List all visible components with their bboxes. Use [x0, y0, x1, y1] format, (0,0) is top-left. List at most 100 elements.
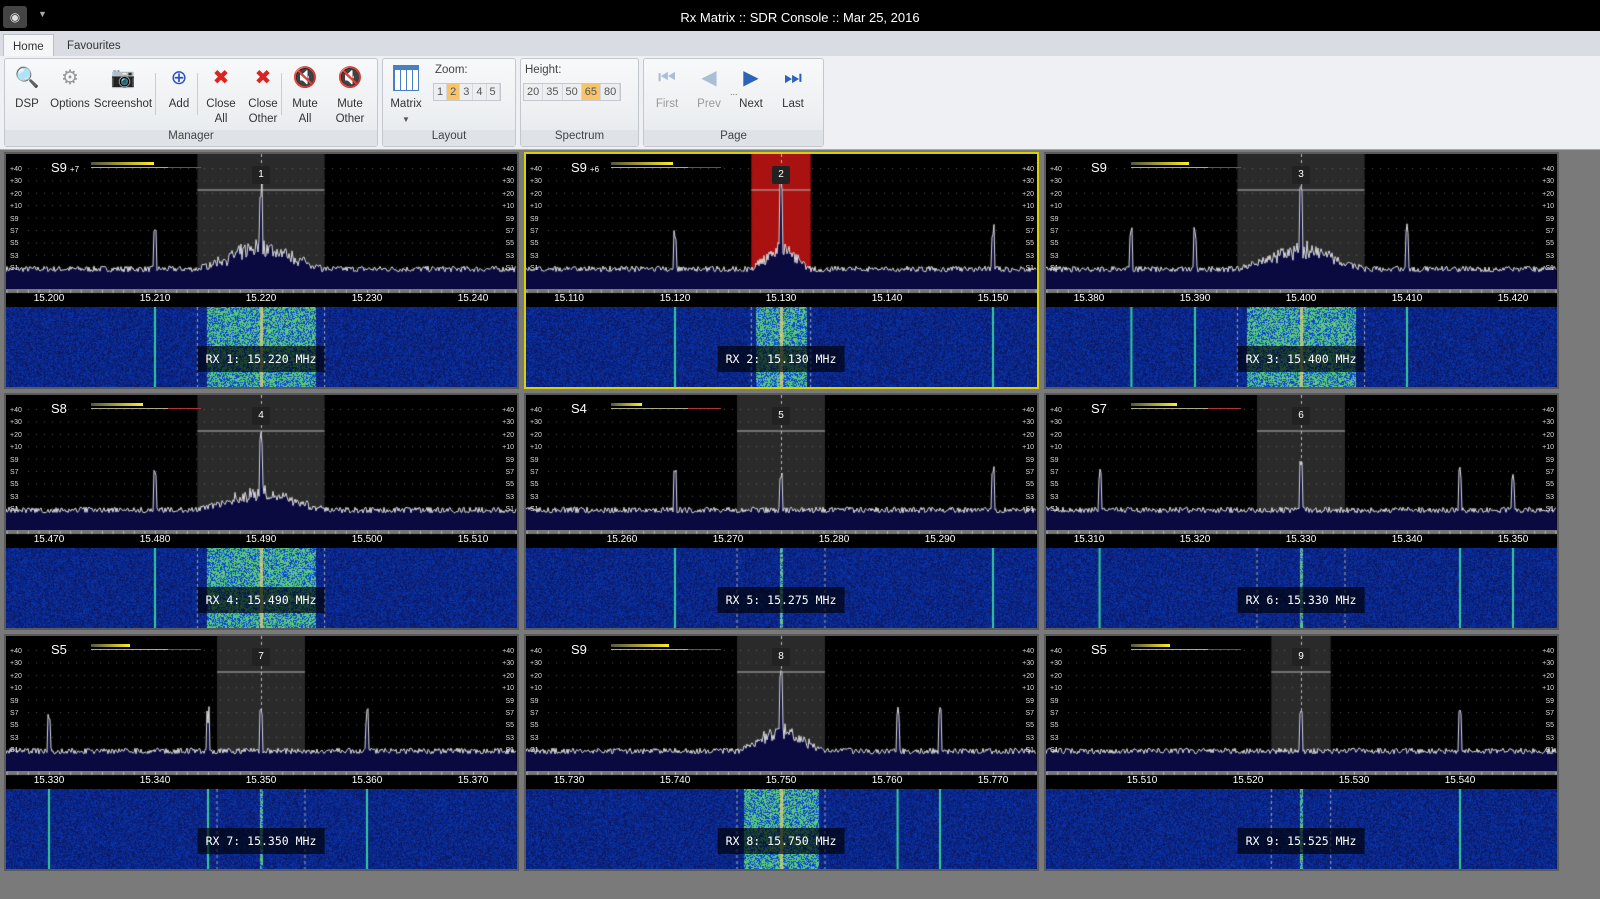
button-label: Options	[50, 98, 90, 110]
zoom-selector[interactable]: 12345	[433, 83, 501, 101]
receiver-panel-2[interactable]: S9 +6 +40 +30 +20 +10 S9 S7 S5 S3 S1 +40 +30 +20 +10 S9…	[524, 152, 1039, 389]
height-selector[interactable]: 20 35 50 65 80	[523, 83, 622, 101]
level-label: S7	[530, 710, 539, 718]
receiver-panel-9[interactable]: S5 +40 +30 +20 +10 S9 S7 S5 S3 S1 +40 +30 +20 +10 S9 S7…	[1044, 634, 1559, 871]
height-option-50[interactable]: 50	[563, 84, 582, 100]
frequency-scale[interactable]	[1046, 771, 1557, 789]
level-label: +20	[1022, 431, 1034, 439]
height-option-35[interactable]: 35	[543, 84, 563, 100]
tab-home[interactable]: Home	[3, 34, 54, 56]
layout-group: Matrix ▼ Zoom: 12345 Layout	[382, 58, 516, 147]
receiver-panel-4[interactable]: S8 +40 +30 +20 +10 S9 S7 S5 S3 S1 +40 +30 +20 +10 S9 S7…	[4, 393, 519, 630]
level-label: +20	[502, 431, 514, 439]
level-scale-right: +40 +30 +20 +10 S9 S7 S5 S3 S1	[502, 405, 514, 517]
level-label: S1	[505, 506, 514, 514]
close-window-icon: ✖	[254, 67, 272, 89]
receiver-panel-5[interactable]: S4 +40 +30 +20 +10 S9 S7 S5 S3 S1 +40 +30 +20 +10 S9 S7…	[524, 393, 1039, 630]
level-label: S9	[1050, 215, 1059, 223]
level-label: S7	[1545, 710, 1554, 718]
frequency-tick-label: 15.130	[765, 293, 797, 304]
add-button[interactable]: ⊕ Add	[163, 63, 195, 112]
frequency-tick-label: 15.510	[457, 534, 489, 545]
group-label: Page	[644, 130, 823, 146]
level-scale-left: +40 +30 +20 +10 S9 S7 S5 S3 S1	[10, 164, 22, 276]
s-meter-fill	[91, 644, 130, 647]
frequency-tick-label: 15.340	[139, 775, 171, 786]
chevron-down-icon: ▼	[402, 115, 410, 124]
zoom-option-4[interactable]: 4	[473, 84, 487, 100]
zoom-option-1[interactable]: 1	[434, 84, 448, 100]
close-all-button[interactable]: ✖ Close All	[203, 63, 239, 127]
height-option-20[interactable]: 20	[524, 84, 544, 100]
level-label: S3	[1545, 493, 1554, 501]
level-label: S1	[1545, 265, 1554, 273]
receiver-panel-3[interactable]: S9 +40 +30 +20 +10 S9 S7 S5 S3 S1 +40 +30 +20 +10 S9 S7…	[1044, 152, 1559, 389]
mute-all-button[interactable]: 🔇 Mute All	[287, 63, 323, 127]
last-page-button[interactable]: ⏭ Last	[776, 63, 810, 112]
s-unit: S5	[51, 642, 67, 657]
level-label: S3	[505, 493, 514, 501]
matrix-button[interactable]: Matrix ▼	[387, 63, 425, 127]
zoom-option-5[interactable]: 5	[487, 84, 500, 100]
height-option-80[interactable]: 80	[601, 84, 621, 100]
height-option-65[interactable]: 65	[581, 84, 601, 100]
frequency-tick-label: 15.420	[1497, 293, 1529, 304]
level-label: +40	[502, 166, 514, 173]
button-label: Next	[739, 98, 763, 110]
s-plus-db: +6	[589, 165, 600, 174]
tab-favourites[interactable]: Favourites	[58, 34, 130, 56]
receiver-number: 3	[1292, 166, 1310, 184]
prev-page-button[interactable]: ◀ Prev	[692, 63, 726, 112]
dsp-button[interactable]: 🔍 DSP	[9, 63, 45, 112]
level-label: +40	[1022, 648, 1034, 655]
frequency-tick-label: 15.310	[1073, 534, 1105, 545]
s-meter-reading: S9	[1091, 160, 1110, 175]
level-label: S7	[1025, 710, 1034, 718]
close-other-button[interactable]: ✖ Close Other	[243, 63, 283, 127]
s-meter-bar	[91, 162, 201, 169]
level-label: +10	[1050, 203, 1062, 211]
first-icon: ⏮	[658, 67, 676, 89]
next-page-button[interactable]: ▶ Next	[734, 63, 768, 112]
receiver-frequency-label: RX 9: 15.525 MHz	[1237, 828, 1365, 854]
level-label: +40	[1050, 407, 1062, 414]
grid-icon	[393, 65, 419, 91]
s-meter-bar	[611, 403, 721, 410]
level-scale-left: +40 +30 +20 +10 S9 S7 S5 S3 S1	[1050, 405, 1062, 517]
button-label: Mute	[292, 98, 318, 110]
screenshot-button[interactable]: 📷 Screenshot	[93, 63, 153, 112]
level-label: +20	[530, 672, 542, 680]
s-meter-reading: S9 +7	[51, 160, 79, 175]
mute-other-button[interactable]: 🔇 Mute Other	[329, 63, 371, 127]
receiver-panel-8[interactable]: S9 +40 +30 +20 +10 S9 S7 S5 S3 S1 +40 +30 +20 +10 S9 S7…	[524, 634, 1039, 871]
s-meter-reading: S5	[51, 642, 70, 657]
s-plus-db: +7	[69, 165, 80, 174]
level-label: +20	[1022, 190, 1034, 198]
level-label: S5	[1025, 722, 1034, 730]
frequency-scale[interactable]	[526, 530, 1037, 548]
level-label: +40	[1022, 166, 1034, 173]
frequency-tick-label: 15.530	[1338, 775, 1370, 786]
level-label: +20	[1050, 431, 1062, 439]
button-label-line2: Other	[248, 113, 278, 125]
options-button[interactable]: ⚙ Options	[47, 63, 93, 112]
level-label: S7	[10, 228, 19, 236]
s-unit: S9	[571, 642, 587, 657]
level-label: +10	[10, 203, 22, 211]
level-label: S7	[1025, 228, 1034, 236]
level-scale-left: +40 +30 +20 +10 S9 S7 S5 S3 S1	[1050, 646, 1062, 758]
level-label: S1	[1025, 265, 1034, 273]
receiver-panel-7[interactable]: S5 +40 +30 +20 +10 S9 S7 S5 S3 S1 +40 +30 +20 +10 S9 S7…	[4, 634, 519, 871]
level-label: +30	[10, 660, 22, 668]
first-page-button[interactable]: ⏮ First	[650, 63, 684, 112]
receiver-panel-1[interactable]: S9 +7 +40 +30 +20 +10 S9 S7 S5 S3 S1 +40 +30 +20 +10 S9…	[4, 152, 519, 389]
level-label: S5	[1545, 722, 1554, 730]
zoom-option-3[interactable]: 3	[460, 84, 474, 100]
receiver-panel-6[interactable]: S7 +40 +30 +20 +10 S9 S7 S5 S3 S1 +40 +30 +20 +10 S9 S7…	[1044, 393, 1559, 630]
s-meter-scale	[1131, 649, 1241, 650]
prev-icon: ◀	[701, 67, 717, 89]
receiver-number: 9	[1292, 648, 1310, 666]
zoom-option-2[interactable]: 2	[447, 84, 461, 100]
s-meter-scale	[91, 167, 201, 168]
frequency-tick-label: 15.340	[1391, 534, 1423, 545]
